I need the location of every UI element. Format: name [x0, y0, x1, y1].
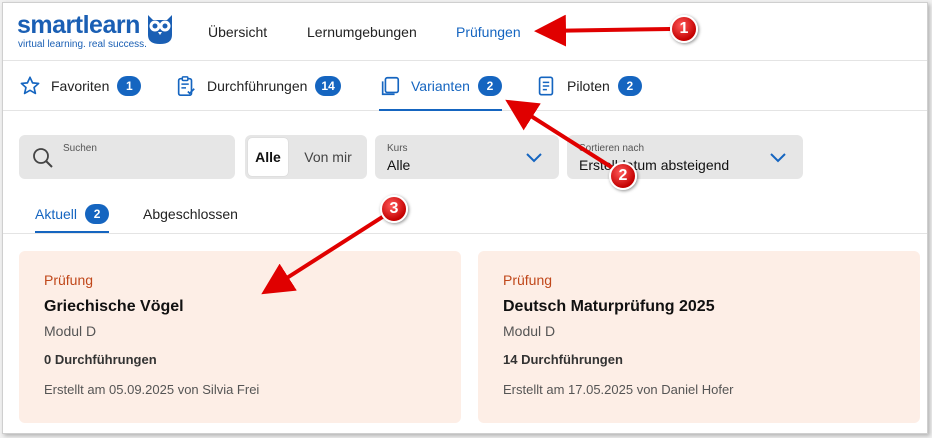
tab-varianten-count: 2	[477, 76, 502, 96]
sort-select[interactable]: Sortieren nach Erstelldatum absteigend	[567, 135, 803, 179]
chevron-down-icon	[526, 153, 542, 163]
annotation-marker-2: 2	[609, 162, 637, 190]
annotation-marker-1: 1	[670, 15, 698, 43]
card-module: Modul D	[44, 323, 97, 339]
logo-tagline: virtual learning. real success.	[18, 39, 147, 50]
search-input[interactable]: Suchen	[19, 135, 235, 179]
card-title: Deutsch Maturprüfung 2025	[503, 298, 715, 315]
tab-abgeschlossen-label: Abgeschlossen	[143, 206, 238, 222]
sort-select-value: Erstelldatum absteigend	[579, 157, 730, 173]
exam-card[interactable]: Prüfung Griechische Vögel Modul D 0 Durc…	[19, 251, 461, 423]
star-icon	[20, 76, 40, 95]
exam-card[interactable]: Prüfung Deutsch Maturprüfung 2025 Modul …	[478, 251, 920, 423]
tab-abgeschlossen[interactable]: Abgeschlossen	[143, 195, 238, 233]
nav-exams[interactable]: Prüfungen	[456, 24, 521, 40]
tab-aktuell-label: Aktuell	[35, 206, 78, 222]
search-icon	[33, 148, 53, 168]
nav-overview[interactable]: Übersicht	[208, 24, 267, 40]
course-select-label: Kurs	[387, 143, 408, 154]
divider	[3, 233, 927, 234]
tab-favoriten-count: 1	[117, 76, 142, 96]
owner-toggle: Alle Von mir	[245, 135, 367, 179]
card-runs: 14 Durchführungen	[503, 352, 623, 367]
sort-select-label: Sortieren nach	[579, 143, 645, 154]
tab-piloten[interactable]: Piloten 2	[535, 61, 642, 111]
top-bar: smartlearn virtual learning. real succes…	[3, 3, 927, 61]
annotation-marker-3: 3	[380, 195, 408, 223]
tab-durchfuehrungen-label: Durchführungen	[207, 78, 308, 94]
toggle-all-button[interactable]: Alle	[248, 138, 288, 176]
chevron-down-icon	[770, 153, 786, 163]
owl-icon	[148, 15, 172, 44]
card-created: Erstellt am 17.05.2025 von Daniel Hofer	[503, 382, 734, 397]
sub-navigation: Favoriten 1 Durchführungen 14 Varianten …	[3, 61, 927, 111]
tab-piloten-label: Piloten	[567, 78, 610, 94]
course-select-value: Alle	[387, 157, 411, 173]
logo-text: smartlearn	[17, 11, 140, 39]
toggle-mine-button[interactable]: Von mir	[293, 138, 363, 176]
tab-durchfuehrungen[interactable]: Durchführungen 14	[175, 61, 341, 111]
document-icon	[538, 76, 554, 96]
tab-durchfuehrungen-count: 14	[315, 76, 341, 96]
card-module: Modul D	[503, 323, 556, 339]
tab-favoriten[interactable]: Favoriten 1	[19, 61, 142, 111]
smartlearn-logo[interactable]: smartlearn virtual learning. real succes…	[17, 11, 177, 51]
card-type: Prüfung	[503, 272, 553, 288]
tab-aktuell[interactable]: Aktuell 2	[35, 195, 110, 233]
card-type: Prüfung	[44, 272, 94, 288]
tab-varianten[interactable]: Varianten 2	[379, 61, 502, 111]
course-select[interactable]: Kurs Alle	[375, 135, 559, 179]
card-runs: 0 Durchführungen	[44, 352, 157, 367]
card-title: Griechische Vögel	[44, 298, 184, 315]
tab-aktuell-count: 2	[85, 204, 110, 224]
tab-varianten-label: Varianten	[411, 78, 470, 94]
card-created: Erstellt am 05.09.2025 von Silvia Frei	[44, 382, 260, 397]
tab-favoriten-label: Favoriten	[51, 78, 110, 94]
search-label: Suchen	[63, 143, 97, 154]
app-window: smartlearn virtual learning. real succes…	[2, 2, 928, 434]
tab-piloten-count: 2	[617, 76, 642, 96]
copy-icon	[381, 76, 400, 96]
nav-environments[interactable]: Lernumgebungen	[307, 24, 417, 40]
clipboard-icon	[177, 76, 195, 96]
